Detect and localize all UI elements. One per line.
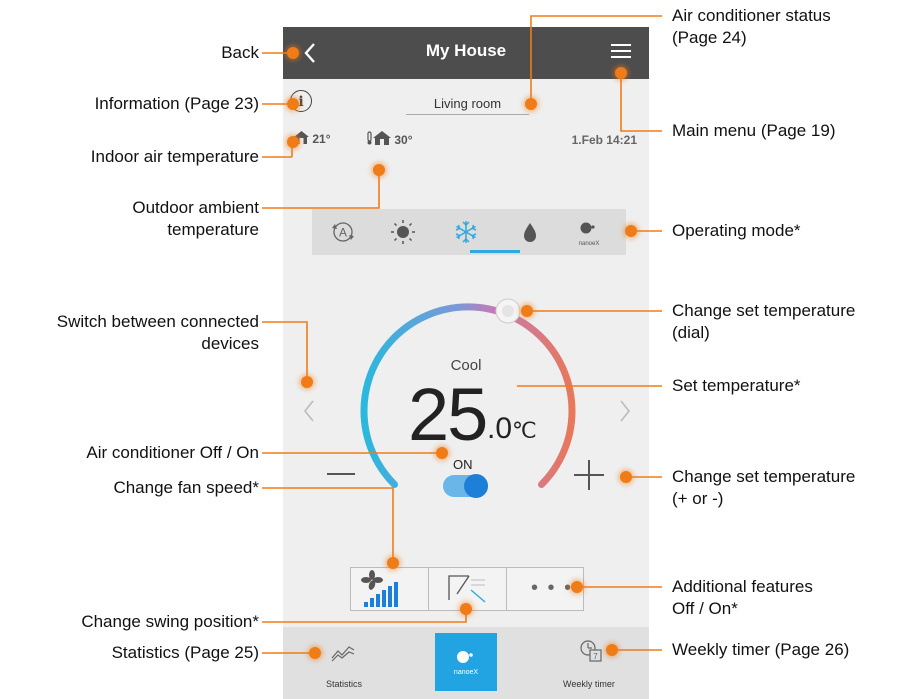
indoor-temperature: 21° [294,131,331,146]
annotation-dial: Change set temperature (dial) [672,301,856,342]
annotation-set-temp: Set temperature* [672,376,801,395]
set-temperature-decimal: .0℃ [487,412,537,445]
callout-dot-swing [460,603,472,615]
nanoe-x-icon[interactable]: nanoeX [564,209,614,255]
callout-dot-outdoor [373,164,385,176]
callout-dot-main-menu [615,67,627,79]
operating-mode-bar: A nanoeX [312,209,626,255]
date-time: 1.Feb 14:21 [571,133,637,147]
outdoor-house-thermometer-icon [367,131,391,145]
callout-dot-back [287,47,299,59]
selected-mode-indicator [470,250,520,253]
callout-dot-indoor [287,136,299,148]
weekly-timer-tab[interactable]: 7 Weekly timer [545,627,649,699]
callout-dot-status [525,98,537,110]
annotation-off-on: Air conditioner Off / On [86,443,259,462]
statistics-label: Statistics [326,679,363,689]
droplet-dry-icon[interactable] [505,209,555,255]
annotation-indoor: Indoor air temperature [90,147,259,166]
svg-text:A: A [339,226,347,240]
callout-dot-operating-mode [625,225,637,237]
annotation-statistics: Statistics (Page 25) [111,643,259,662]
outdoor-temp-value: 30° [394,133,413,147]
annotation-back: Back [221,43,259,62]
sun-heat-icon[interactable] [378,209,428,255]
annotation-swing: Change swing position* [81,612,259,631]
power-toggle[interactable] [443,474,488,498]
annotation-additional: Additional features Off / On* [672,577,813,618]
annotation-switch: Switch between connected devices [56,312,259,353]
callout-dot-off-on [436,447,448,459]
snowflake-cool-icon[interactable] [441,209,491,255]
auto-mode-icon[interactable]: A [318,209,368,255]
room-selector[interactable]: Living room [406,96,529,115]
statistics-chart-icon [331,646,355,662]
callout-dot-statistics [309,647,321,659]
svg-text:nanoeX: nanoeX [454,669,478,676]
callout-dot-plus-minus [620,471,632,483]
callout-dot-information [287,98,299,110]
annotation-status: Air conditioner status (Page 24) [672,6,831,47]
annotation-outdoor: Outdoor ambient temperature [132,198,259,239]
annotation-information: Information (Page 23) [94,94,259,113]
callout-dot-additional [571,581,583,593]
power-status-label: ON [453,457,473,472]
annotation-plus-minus: Change set temperature (+ or -) [672,467,856,508]
fan-speed-icon [361,570,398,607]
previous-device-chevron-icon[interactable] [301,397,317,425]
fan-speed-button[interactable] [351,568,429,610]
top-bar: My House [283,27,649,79]
svg-text:nanoeX: nanoeX [579,241,600,247]
menu-icon[interactable] [611,44,631,60]
more-dots-icon: • • • [531,577,574,599]
callout-dot-dial [521,305,533,317]
indoor-temp-value: 21° [312,132,331,146]
next-device-chevron-icon[interactable] [617,397,633,425]
page-title: My House [425,41,507,60]
callout-dot-switch [301,376,313,388]
weekly-timer-icon: 7 [580,640,602,662]
annotation-main-menu: Main menu (Page 19) [672,121,836,140]
set-temperature-value: 25 [408,373,488,456]
nanoe-x-logo-icon: nanoeX [454,651,478,676]
decrease-temperature-button[interactable] [327,473,355,475]
annotation-operating-mode: Operating mode* [672,221,801,240]
annotation-fan: Change fan speed* [113,478,259,497]
callout-dot-weekly [606,644,618,656]
weekly-timer-label: Weekly timer [563,679,615,689]
callout-dot-fan [387,557,399,569]
phone-screen: My House i Living room 21° 30° 1.Feb 14:… [283,27,649,699]
nanoe-x-button[interactable]: nanoeX [435,633,497,691]
annotation-weekly: Weekly timer (Page 26) [672,640,850,659]
svg-text:7: 7 [593,652,598,661]
outdoor-temperature: 30° [367,131,413,147]
bottom-nav: Statistics nanoeX 7 Weekly timer [283,627,649,699]
statistics-tab[interactable]: Statistics [283,627,383,699]
